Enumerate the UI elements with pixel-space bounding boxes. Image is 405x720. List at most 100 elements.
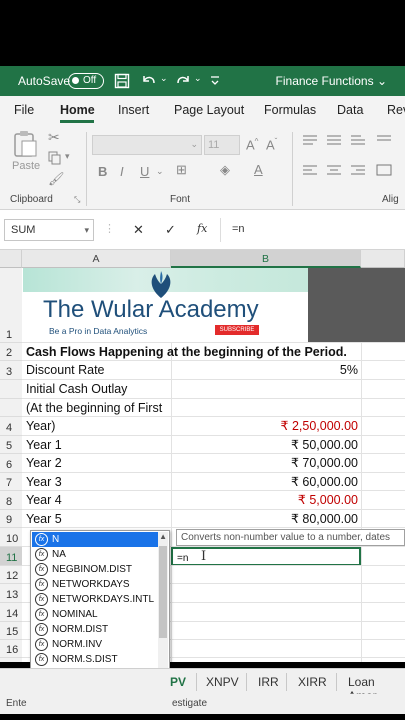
undo-icon[interactable] [140, 73, 158, 89]
tab-review[interactable]: Rev [387, 103, 405, 117]
row-header[interactable]: 13 [0, 584, 22, 603]
formula-input[interactable]: =n [232, 223, 245, 235]
row-header[interactable]: 8 [0, 491, 22, 510]
row-header[interactable]: 6 [0, 454, 22, 473]
cell-a[interactable]: Year 1 [23, 436, 171, 454]
cancel-icon[interactable]: ✕ [133, 222, 144, 238]
wrap-text-icon[interactable] [376, 134, 392, 146]
undo-dropdown-icon[interactable]: ⌄ [160, 73, 168, 84]
cell-a[interactable]: Year 3 [23, 473, 171, 491]
cell-a[interactable]: Year 4 [23, 491, 171, 510]
cell-b[interactable]: ₹ 70,000.00 [171, 454, 361, 473]
column-header-a[interactable]: A [22, 250, 171, 268]
bold-icon[interactable]: B [98, 164, 107, 179]
autocomplete-item[interactable]: fx NA [32, 547, 158, 562]
row-header[interactable] [0, 380, 22, 399]
row-header[interactable]: 7 [0, 473, 22, 491]
enter-icon[interactable]: ✓ [165, 222, 176, 238]
cell-b[interactable] [171, 640, 361, 658]
customize-qat-icon[interactable] [210, 75, 220, 87]
autocomplete-item[interactable]: fx NEGBINOM.DIST [32, 562, 158, 577]
copy-icon[interactable] [48, 151, 62, 165]
cell-b[interactable] [171, 622, 361, 640]
select-all-corner[interactable] [0, 250, 22, 268]
column-header-c[interactable] [361, 250, 405, 268]
tab-data[interactable]: Data [337, 103, 363, 117]
align-top-icon[interactable] [302, 134, 318, 146]
autocomplete-scroll-thumb[interactable] [159, 546, 167, 638]
align-bottom-icon[interactable] [350, 134, 366, 146]
font-size-box[interactable]: 11 [204, 135, 240, 155]
row-header[interactable]: 4 [0, 417, 22, 436]
tab-home[interactable]: Home [60, 103, 95, 117]
autocomplete-item[interactable]: fx NOMINAL [32, 607, 158, 622]
cell-b[interactable] [171, 399, 361, 417]
align-center-icon[interactable] [326, 164, 342, 176]
row-header[interactable]: 10 [0, 528, 22, 547]
redo-icon[interactable] [174, 73, 192, 89]
row-header[interactable]: 2 [0, 343, 22, 361]
row-header[interactable]: 3 [0, 361, 22, 380]
cell-b[interactable]: ₹ 5,000.00 [171, 491, 361, 510]
row-header[interactable]: 12 [0, 566, 22, 584]
merge-icon[interactable] [376, 164, 392, 176]
row-header[interactable]: 17 [0, 658, 22, 662]
cell-b[interactable]: ₹ 80,000.00 [171, 510, 361, 528]
cell-b[interactable] [171, 658, 361, 662]
autocomplete-item[interactable]: fx NETWORKDAYS [32, 577, 158, 592]
align-left-icon[interactable] [302, 164, 318, 176]
cell-a[interactable]: (At the beginning of First [23, 399, 171, 417]
clipboard-launcher-icon[interactable]: ⤡ [74, 195, 80, 205]
underline-dropdown-icon[interactable]: ⌄ [156, 166, 164, 177]
autocomplete-item[interactable]: fx NORM.DIST [32, 622, 158, 637]
cell-b[interactable]: ₹ 60,000.00 [171, 473, 361, 491]
cell-b[interactable] [171, 380, 361, 399]
align-right-icon[interactable] [350, 164, 366, 176]
paste-icon[interactable] [12, 130, 38, 158]
autosave-toggle[interactable]: Off [68, 73, 104, 89]
tab-formulas[interactable]: Formulas [264, 103, 316, 117]
row-header[interactable]: 9 [0, 510, 22, 528]
row-header[interactable]: 14 [0, 603, 22, 622]
tab-page-layout[interactable]: Page Layout [174, 103, 244, 117]
insert-function-icon[interactable]: fx [197, 222, 207, 235]
copy-dropdown-icon[interactable]: ▾ [65, 151, 70, 162]
cell-a[interactable]: Year) [23, 417, 171, 436]
cell-a[interactable]: Year 2 [23, 454, 171, 473]
cell-b[interactable]: ₹ 2,50,000.00 [171, 417, 361, 436]
autocomplete-item[interactable]: fx NORM.INV [32, 637, 158, 652]
cell-b[interactable]: 5% [171, 361, 361, 380]
autocomplete-item[interactable]: fx NETWORKDAYS.INTL [32, 592, 158, 607]
cell-a[interactable]: Year 5 [23, 510, 171, 528]
increase-font-icon[interactable]: A^ [246, 137, 258, 152]
cell-b[interactable] [171, 566, 361, 584]
decrease-font-icon[interactable]: Aˇ [266, 137, 277, 152]
column-header-b[interactable]: B [171, 250, 361, 268]
autocomplete-item[interactable]: fx N [32, 532, 158, 547]
font-color-icon[interactable]: A [254, 162, 263, 177]
sheet-tab-irr[interactable]: IRR [258, 675, 279, 689]
sheet-tab-xirr[interactable]: XIRR [298, 675, 327, 689]
cell-b[interactable] [171, 343, 361, 361]
font-name-box[interactable]: ⌄ [92, 135, 202, 155]
row-header[interactable]: 11 [0, 547, 22, 566]
row-header[interactable] [0, 399, 22, 417]
cell-a[interactable]: Initial Cash Outlay [23, 380, 171, 399]
underline-icon[interactable]: U [140, 164, 149, 179]
tab-insert[interactable]: Insert [118, 103, 149, 117]
row-header[interactable]: 5 [0, 436, 22, 454]
cell-a[interactable]: Discount Rate [23, 361, 171, 380]
scroll-up-icon[interactable]: ▲ [159, 532, 167, 541]
document-title[interactable]: Finance Functions ⌄ [276, 74, 387, 88]
name-box[interactable]: SUM ▾ [4, 219, 94, 241]
tab-file[interactable]: File [14, 103, 34, 117]
paste-label[interactable]: Paste [12, 160, 40, 172]
align-middle-icon[interactable] [326, 134, 342, 146]
cell-b[interactable]: ₹ 50,000.00 [171, 436, 361, 454]
fill-color-icon[interactable]: ◈ [220, 162, 230, 178]
format-painter-icon[interactable]: 🖌 [48, 171, 65, 187]
autocomplete-item[interactable]: fx NORM.S.DIST [32, 652, 158, 667]
cell-b[interactable] [171, 584, 361, 603]
italic-icon[interactable]: I [120, 164, 124, 179]
row-header[interactable]: 1 [0, 268, 22, 343]
